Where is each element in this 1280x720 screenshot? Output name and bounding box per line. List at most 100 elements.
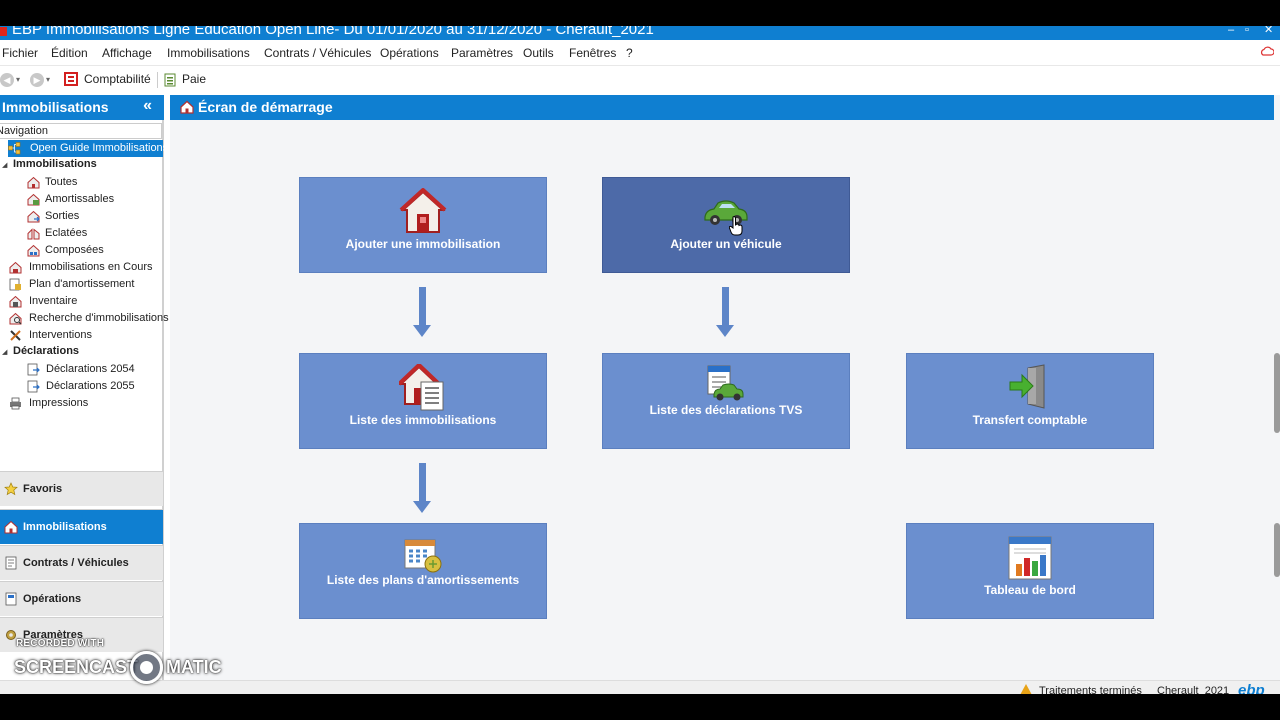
menu-edition[interactable]: Édition	[51, 46, 88, 60]
house-exit-icon	[27, 210, 40, 223]
tile-ajouter-vehicule[interactable]: Ajouter un véhicule	[602, 177, 850, 273]
house-calc-icon	[27, 193, 40, 206]
collapse-sidebar-icon[interactable]: «	[143, 97, 152, 115]
guide-tree-icon	[8, 142, 21, 155]
tile-label: Tableau de bord	[984, 583, 1076, 597]
tile-label: Liste des immobilisations	[349, 413, 497, 427]
menu-affichage[interactable]: Affichage	[102, 46, 152, 60]
house-list-icon	[399, 364, 444, 411]
forward-icon[interactable]: ▶	[30, 73, 44, 87]
back-icon[interactable]: ◀	[0, 73, 14, 87]
tile-label: Liste des déclarations TVS	[649, 403, 803, 417]
tile-label: Ajouter un véhicule	[670, 237, 782, 251]
tile-liste-plans-amortissements[interactable]: Liste des plans d'amortissements	[299, 523, 547, 619]
tile-label: Liste des plans d'amortissements	[326, 573, 520, 587]
comptabilite-button[interactable]: Comptabilité	[64, 66, 152, 94]
section-immobilisations[interactable]: Immobilisations	[0, 509, 163, 544]
paie-label: Paie	[182, 72, 207, 86]
forward-dropdown-icon[interactable]: ▾	[46, 75, 50, 84]
screencast-watermark: RECORDED WITH SCREENCAST MATIC	[14, 638, 234, 688]
house-compose-icon	[27, 244, 40, 257]
toolbar: ◀ ▾ ▶ ▾ Comptabilité Paie	[0, 66, 1280, 94]
operations-icon	[5, 592, 17, 606]
add-house-icon	[399, 188, 447, 233]
minimize-button[interactable]: –	[1228, 26, 1234, 37]
paie-button[interactable]: Paie	[164, 66, 208, 94]
menu-immobilisations[interactable]: Immobilisations	[167, 46, 250, 60]
start-screen-header: Écran de démarrage	[170, 95, 1274, 120]
home-icon	[180, 100, 194, 114]
watermark-recorded-text: RECORDED WITH	[16, 638, 105, 649]
tile-transfert-comptable[interactable]: Transfert comptable	[906, 353, 1154, 449]
menu-fichier[interactable]: Fichier	[2, 46, 38, 60]
tile-label: Ajouter une immobilisation	[345, 237, 501, 251]
house-icon	[4, 520, 18, 534]
status-message: Traitements terminés	[1039, 685, 1142, 694]
document-icon	[5, 556, 17, 570]
transfer-icon	[1009, 364, 1045, 409]
tree-item-open-guide[interactable]: Open Guide Immobilisations	[8, 140, 168, 157]
inventory-icon	[9, 295, 22, 308]
flow-arrow-down	[413, 463, 431, 515]
house-progress-icon	[9, 261, 22, 274]
menu-outils[interactable]: Outils	[523, 46, 554, 60]
menu-fenetres[interactable]: Fenêtres	[569, 46, 616, 60]
expand-triangle-icon[interactable]: ◢	[2, 348, 7, 356]
comptabilite-label: Comptabilité	[84, 72, 151, 86]
dashboard-chart-icon	[1008, 536, 1052, 580]
watermark-screencast-text: SCREENCAST	[14, 657, 139, 677]
right-scroll-marker	[1274, 523, 1280, 577]
back-dropdown-icon[interactable]: ▾	[16, 75, 20, 84]
menu-contrats-vehicules[interactable]: Contrats / Véhicules	[264, 46, 371, 60]
tools-icon	[10, 330, 21, 341]
menu-parametres[interactable]: Paramètres	[451, 46, 513, 60]
flow-arrow-down	[716, 287, 734, 339]
search-house-icon	[9, 312, 22, 325]
house-icon	[27, 176, 40, 189]
menu-bar: Fichier Édition Affichage Immobilisation…	[0, 40, 1280, 66]
tree-group-immobilisations[interactable]: ◢ Immobilisations	[2, 158, 97, 170]
sidebar-title: Immobilisations	[2, 99, 109, 115]
tile-tableau-de-bord[interactable]: Tableau de bord	[906, 523, 1154, 619]
paie-icon	[164, 73, 176, 87]
plan-icon	[9, 278, 21, 291]
navigation-label: Navigation	[0, 123, 162, 139]
ebp-logo: ebp	[1238, 682, 1265, 694]
start-screen: Écran de démarrage Ajouter une immobilis…	[170, 95, 1280, 694]
tvs-declaration-icon	[707, 365, 744, 401]
watermark-matic-text: MATIC	[166, 657, 222, 677]
printer-icon	[10, 397, 21, 410]
comptabilite-icon	[64, 72, 78, 86]
app-icon	[0, 27, 7, 36]
tile-liste-declarations-tvs[interactable]: Liste des déclarations TVS	[602, 353, 850, 449]
tile-ajouter-immobilisation[interactable]: Ajouter une immobilisation	[299, 177, 547, 273]
declaration-icon	[27, 380, 40, 393]
toolbar-separator	[157, 72, 158, 88]
start-screen-title: Écran de démarrage	[198, 99, 333, 115]
restore-button[interactable]: ▫	[1245, 26, 1249, 37]
tree-group-declarations[interactable]: ◢ Déclarations	[2, 345, 79, 357]
title-bar: EBP Immobilisations Ligne Education Open…	[0, 26, 1280, 40]
hand-cursor-icon	[729, 216, 743, 236]
section-contrats-vehicules[interactable]: Contrats / Véhicules	[0, 545, 163, 580]
house-split-icon	[27, 228, 40, 240]
tile-liste-immobilisations[interactable]: Liste des immobilisations	[299, 353, 547, 449]
status-company: Cherault_2021	[1157, 685, 1230, 694]
window-title: EBP Immobilisations Ligne Education Open…	[12, 26, 654, 38]
right-scroll-marker	[1274, 353, 1280, 433]
cloud-icon[interactable]	[1260, 46, 1274, 56]
menu-help[interactable]: ?	[626, 46, 633, 60]
section-favoris[interactable]: Favoris	[0, 471, 163, 506]
flow-arrow-down	[413, 287, 431, 339]
star-icon	[4, 482, 18, 496]
declaration-icon	[27, 363, 40, 376]
section-operations[interactable]: Opérations	[0, 581, 163, 616]
calendar-plan-icon	[404, 539, 442, 573]
menu-operations[interactable]: Opérations	[380, 46, 439, 60]
tile-label: Transfert comptable	[972, 413, 1088, 427]
warning-icon	[1020, 684, 1032, 694]
close-button[interactable]: ✕	[1264, 26, 1273, 37]
sidebar: Immobilisations « Navigation Open Guide …	[0, 95, 169, 694]
expand-triangle-icon[interactable]: ◢	[2, 161, 7, 169]
sidebar-header: Immobilisations «	[0, 95, 164, 120]
